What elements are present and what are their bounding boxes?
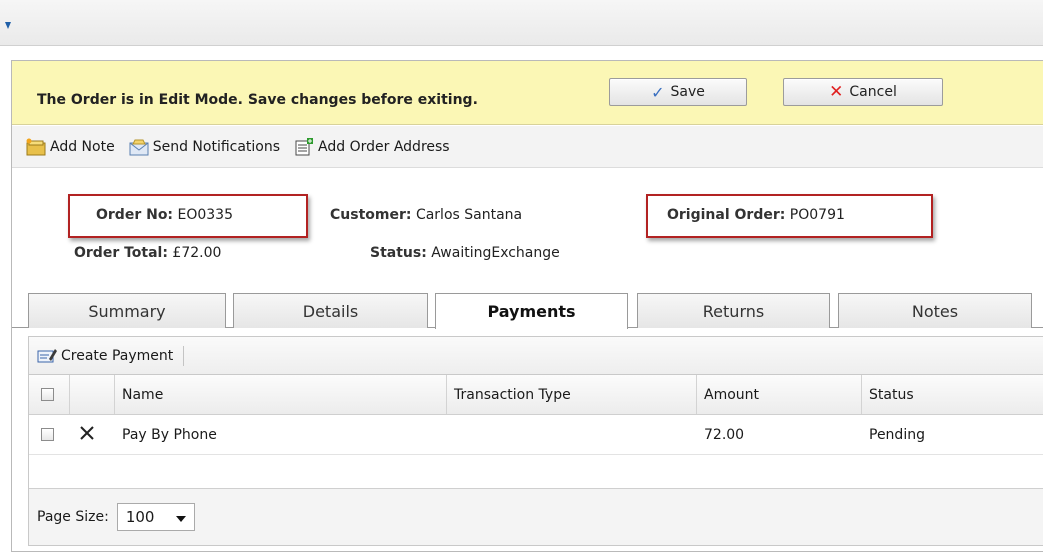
transaction-type-cell — [446, 415, 696, 454]
grid-header: Name Transaction Type Amount Status — [29, 375, 1043, 415]
create-payment-icon — [37, 347, 57, 365]
status-cell: Pending — [861, 415, 1043, 454]
order-total-label: Order Total: — [74, 245, 168, 261]
page-size-label: Page Size: — [37, 509, 109, 525]
column-header-name[interactable]: Name — [114, 375, 446, 414]
table-row[interactable]: Pay By Phone 72.00 Pending — [29, 415, 1043, 455]
add-note-action[interactable]: Add Note — [26, 138, 115, 156]
create-payment-button[interactable]: Create Payment — [37, 347, 173, 365]
tab-notes-label: Notes — [911, 301, 959, 321]
tab-returns[interactable]: Returns — [637, 293, 830, 328]
delete-x-icon[interactable] — [79, 425, 95, 445]
order-total-value: £72.00 — [172, 245, 222, 261]
status-value: AwaitingExchange — [431, 245, 560, 261]
order-info: Order No: EO0335 Order Total: £72.00 Cus… — [12, 169, 1043, 289]
cancel-button[interactable]: ✕ Cancel — [783, 78, 943, 106]
add-order-address-action[interactable]: Add Order Address — [294, 137, 450, 156]
order-actions-toolbar: Add Note Send Notifications Add Order Ad… — [12, 126, 1043, 168]
payment-amount: 72.00 — [704, 426, 745, 443]
payments-grid: Name Transaction Type Amount Status Pay … — [28, 374, 1043, 546]
send-notifications-label: Send Notifications — [152, 138, 281, 155]
cancel-x-icon: ✕ — [829, 82, 844, 102]
order-tabs: Summary Details Payments Returns Notes — [12, 292, 1043, 329]
customer-label: Customer: — [330, 207, 412, 223]
send-notifications-action[interactable]: Send Notifications — [129, 138, 280, 156]
row-select-cell — [29, 415, 69, 454]
order-no-label: Order No: — [96, 207, 174, 223]
tab-details-label: Details — [302, 301, 359, 321]
select-all-checkbox[interactable] — [41, 388, 54, 401]
add-note-label: Add Note — [50, 138, 115, 155]
status-label: Status: — [370, 245, 427, 261]
payments-toolbar: Create Payment — [28, 336, 1043, 374]
checkmark-icon: ✓ — [651, 82, 665, 102]
add-order-address-label: Add Order Address — [318, 138, 450, 155]
address-add-icon — [294, 137, 314, 156]
row-checkbox[interactable] — [41, 428, 54, 441]
order-total-field: Order Total: £72.00 — [74, 245, 221, 261]
column-header-transaction-type-label: Transaction Type — [454, 386, 571, 403]
order-no-value: EO0335 — [177, 207, 234, 223]
envelope-icon — [129, 138, 149, 156]
original-order-field: Original Order: PO0791 — [667, 207, 845, 223]
note-icon — [26, 138, 46, 156]
create-payment-label: Create Payment — [61, 347, 174, 364]
amount-cell: 72.00 — [696, 415, 861, 454]
column-header-name-label: Name — [122, 386, 164, 403]
grid-empty-space — [29, 455, 1043, 489]
save-button[interactable]: ✓ Save — [609, 78, 747, 106]
tab-summary[interactable]: Summary — [28, 293, 226, 328]
tab-returns-label: Returns — [702, 301, 765, 321]
order-no-field: Order No: EO0335 — [96, 207, 233, 223]
cancel-label: Cancel — [849, 84, 897, 100]
tab-summary-label: Summary — [88, 301, 166, 321]
column-header-status[interactable]: Status — [861, 375, 1043, 414]
column-header-transaction-type[interactable]: Transaction Type — [446, 375, 696, 414]
header-select-all-cell — [29, 375, 69, 414]
column-header-amount[interactable]: Amount — [696, 375, 861, 414]
payment-name: Pay By Phone — [122, 426, 217, 443]
payment-status: Pending — [869, 426, 925, 443]
tab-payments-label: Payments — [487, 302, 576, 321]
column-divider — [69, 375, 70, 414]
dropdown-arrow-icon — [175, 508, 186, 526]
grid-pager: Page Size: 100 — [29, 489, 1043, 545]
tab-details[interactable]: Details — [233, 293, 428, 328]
tab-notes[interactable]: Notes — [838, 293, 1032, 328]
original-order-value: PO0791 — [789, 207, 845, 223]
save-label: Save — [670, 84, 705, 100]
customer-field: Customer: Carlos Santana — [330, 207, 522, 223]
page-size-value: 100 — [125, 508, 155, 526]
edit-mode-message: The Order is in Edit Mode. Save changes … — [37, 92, 478, 108]
column-header-amount-label: Amount — [704, 386, 760, 403]
edit-mode-bar: The Order is in Edit Mode. Save changes … — [12, 61, 1043, 125]
toolbar-separator — [183, 345, 185, 366]
page-size-select[interactable]: 100 — [116, 503, 195, 531]
order-panel: The Order is in Edit Mode. Save changes … — [11, 60, 1043, 552]
top-strip — [0, 0, 1043, 46]
tab-payments[interactable]: Payments — [435, 293, 628, 329]
customer-value: Carlos Santana — [415, 207, 523, 223]
payment-name-cell: Pay By Phone — [114, 415, 446, 454]
status-field: Status: AwaitingExchange — [370, 245, 560, 261]
menu-arrow-icon[interactable] — [5, 22, 11, 29]
original-order-label: Original Order: — [667, 207, 786, 223]
column-header-status-label: Status — [869, 386, 914, 403]
row-delete-cell — [69, 415, 114, 454]
